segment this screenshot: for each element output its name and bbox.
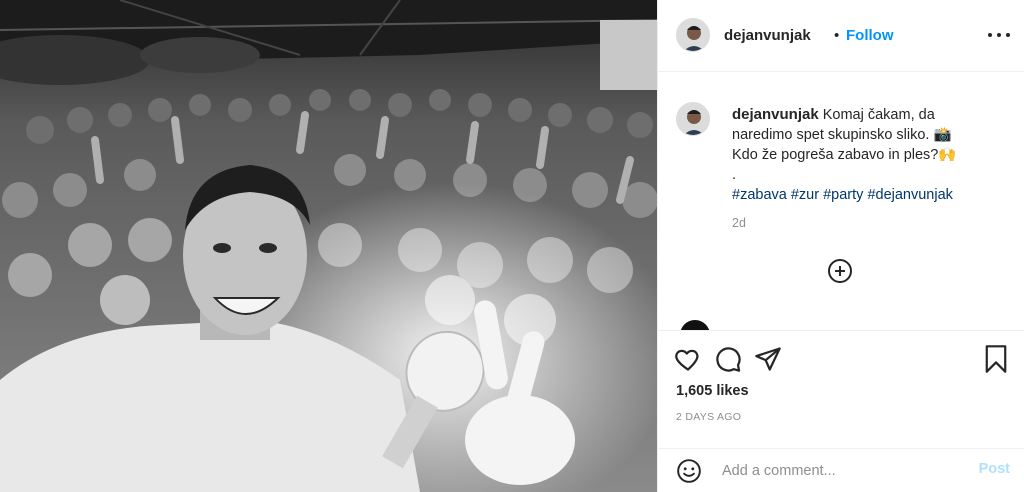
avatar-image bbox=[677, 19, 709, 51]
hashtags: #zabava #zur #party #dejanvunjak bbox=[732, 187, 953, 203]
hashtag-link[interactable]: #zur bbox=[791, 187, 819, 203]
caption-line-3: . bbox=[732, 167, 737, 183]
selfie-crowd-image bbox=[0, 0, 657, 492]
username-link[interactable]: dejanvunjak bbox=[724, 27, 811, 44]
caption-line-2: Kdo že pogreša zabavo in ples?🙌 bbox=[732, 147, 957, 163]
share-icon[interactable] bbox=[754, 345, 782, 373]
hashtag-link[interactable]: #zabava bbox=[732, 187, 787, 203]
hashtag-link[interactable]: #dejanvunjak bbox=[867, 187, 952, 203]
post-photo[interactable] bbox=[0, 0, 657, 492]
caption-text: dejanvunjak Komaj čakam, da naredimo spe… bbox=[732, 105, 990, 205]
caption-username-link[interactable]: dejanvunjak bbox=[732, 106, 819, 123]
avatar-image bbox=[677, 103, 709, 135]
post-timestamp[interactable]: 2 DAYS AGO bbox=[676, 411, 741, 423]
more-options-icon[interactable] bbox=[988, 24, 1010, 46]
plus-circle-icon[interactable] bbox=[828, 259, 852, 283]
action-bar: 1,605 likes 2 DAYS AGO bbox=[658, 330, 1024, 448]
bookmark-icon[interactable] bbox=[982, 344, 1010, 374]
comment-input[interactable] bbox=[720, 459, 964, 483]
post-side-panel: dejanvunjak • Follow dejanvunjak Komaj č… bbox=[657, 0, 1024, 492]
next-comment-avatar bbox=[680, 320, 710, 330]
post-header: dejanvunjak • Follow bbox=[658, 0, 1024, 72]
add-comment-bar: Post bbox=[658, 448, 1024, 492]
caption-time[interactable]: 2d bbox=[732, 216, 746, 230]
instagram-post: dejanvunjak • Follow dejanvunjak Komaj č… bbox=[0, 0, 1024, 492]
hashtag-link[interactable]: #party bbox=[823, 187, 863, 203]
heart-icon[interactable] bbox=[674, 345, 702, 373]
avatar[interactable] bbox=[676, 18, 710, 52]
comment-icon[interactable] bbox=[714, 345, 742, 373]
caption-avatar[interactable] bbox=[676, 102, 710, 136]
follow-button[interactable]: Follow bbox=[846, 27, 894, 44]
post-comment-button[interactable]: Post bbox=[979, 461, 1010, 477]
likes-count[interactable]: 1,605 likes bbox=[676, 383, 749, 399]
emoji-icon[interactable] bbox=[676, 458, 702, 484]
caption-section: dejanvunjak Komaj čakam, da naredimo spe… bbox=[658, 72, 1024, 317]
separator-dot: • bbox=[834, 27, 840, 44]
